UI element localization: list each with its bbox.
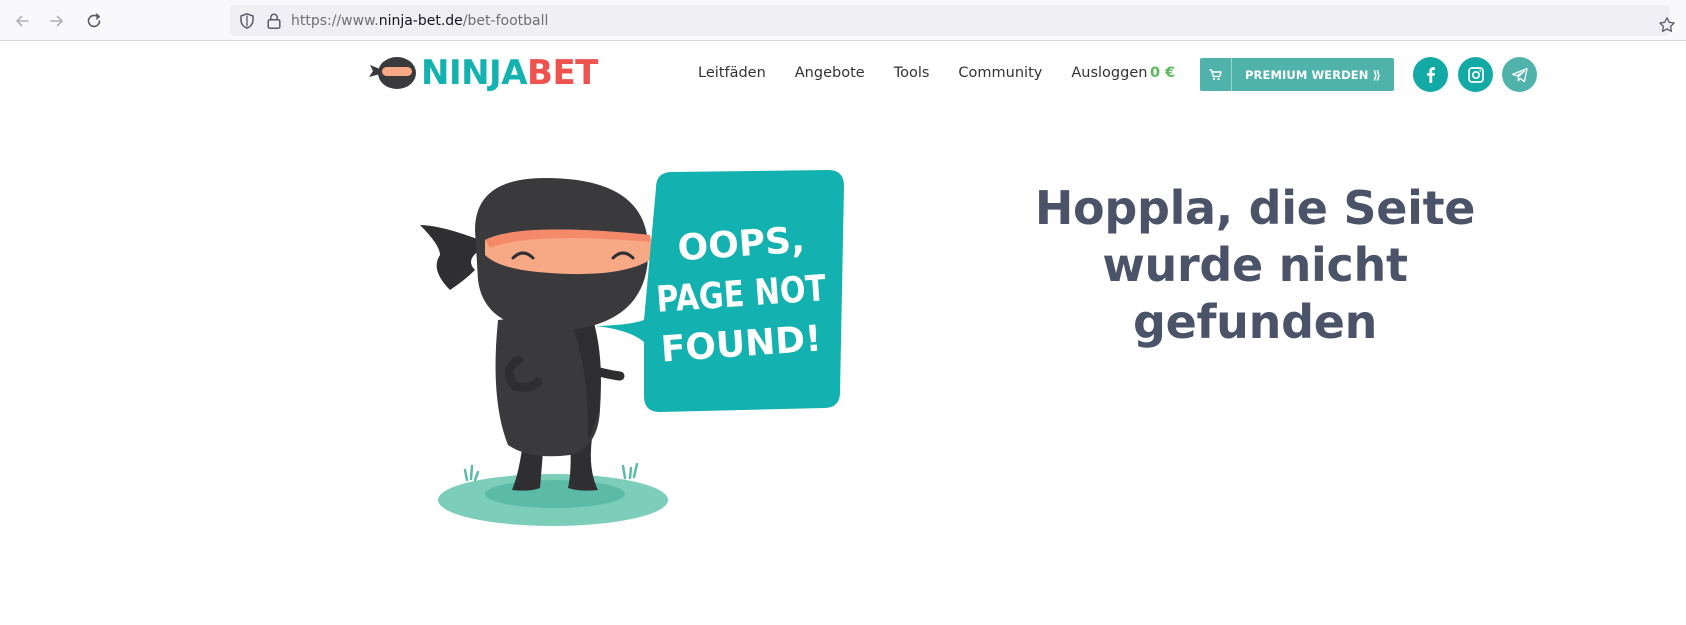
instagram-icon[interactable] bbox=[1458, 57, 1493, 92]
headline-line-3: gefunden bbox=[1132, 295, 1378, 349]
premium-button[interactable]: PREMIUM WERDEN ⟫ bbox=[1200, 58, 1394, 91]
url-path: /bet-football bbox=[462, 13, 549, 29]
account-balance[interactable]: 0 € bbox=[1150, 65, 1175, 81]
ninja-head-logo-icon bbox=[369, 57, 416, 89]
nav-ausloggen[interactable]: Ausloggen bbox=[1071, 65, 1147, 81]
page-title: Hoppla, die Seite wurde nicht gefunden bbox=[1000, 180, 1510, 351]
tracking-shield-icon[interactable] bbox=[238, 12, 256, 30]
back-arrow-icon[interactable] bbox=[10, 9, 34, 33]
reload-icon[interactable] bbox=[82, 9, 106, 33]
premium-button-label: PREMIUM WERDEN ⟫ bbox=[1245, 67, 1381, 82]
site-header: NINJABET Leitfäden Angebote Tools Commun… bbox=[0, 41, 1686, 109]
telegram-icon[interactable] bbox=[1502, 57, 1537, 92]
address-bar[interactable]: https://www.ninja-bet.de/bet-football bbox=[230, 5, 1675, 36]
forward-arrow-icon[interactable] bbox=[45, 9, 69, 33]
logo-bet-text: BET bbox=[527, 53, 598, 93]
main-navigation: Leitfäden Angebote Tools Community Auslo… bbox=[698, 65, 1176, 81]
nav-leitfaden[interactable]: Leitfäden bbox=[698, 65, 766, 81]
ninja-404-illustration: OOPS, PAGE NOT FOUND! bbox=[420, 170, 844, 526]
facebook-icon[interactable] bbox=[1413, 57, 1448, 92]
headline-line-1: Hoppla, die Seite bbox=[1034, 181, 1476, 235]
url-prefix: https://www. bbox=[291, 13, 379, 29]
browser-toolbar: https://www.ninja-bet.de/bet-football bbox=[0, 0, 1686, 41]
bookmark-star-icon[interactable] bbox=[1658, 16, 1676, 34]
cart-icon bbox=[1200, 58, 1232, 91]
nav-community[interactable]: Community bbox=[958, 65, 1042, 81]
url-host: ninja-bet.de bbox=[378, 13, 463, 29]
site-logo[interactable]: NINJABET bbox=[369, 55, 598, 91]
lock-icon[interactable] bbox=[266, 12, 282, 30]
headline-line-2: wurde nicht bbox=[1102, 238, 1408, 292]
nav-angebote[interactable]: Angebote bbox=[795, 65, 865, 81]
url-text[interactable]: https://www.ninja-bet.de/bet-football bbox=[291, 13, 548, 29]
logo-wordmark: NINJABET bbox=[421, 56, 598, 90]
logo-ninja-text: NINJA bbox=[421, 53, 528, 93]
nav-tools[interactable]: Tools bbox=[894, 65, 930, 81]
